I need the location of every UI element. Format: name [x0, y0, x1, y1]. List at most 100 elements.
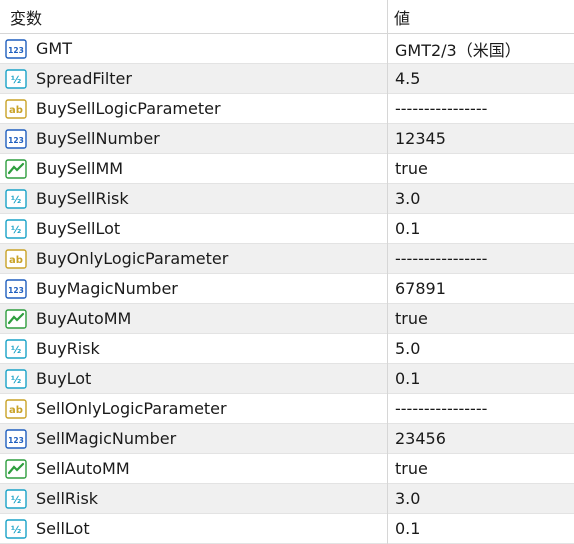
parameter-value: 4.5 [395, 69, 421, 88]
table-row[interactable]: 123 GMT GMT2/3（米国） [0, 33, 574, 64]
svg-text:123: 123 [8, 436, 24, 445]
string-type-icon: ab [5, 248, 27, 269]
parameter-name-cell: ab BuySellLogicParameter [0, 93, 388, 124]
parameter-name: BuySellRisk [36, 189, 129, 208]
parameter-value: GMT2/3（米国） [395, 40, 521, 60]
parameter-value-cell[interactable]: true [388, 454, 429, 484]
parameter-value-cell[interactable]: 0.1 [388, 514, 421, 544]
parameter-value: ---------------- [395, 399, 488, 418]
parameter-value: true [395, 309, 428, 328]
parameter-value-cell[interactable]: true [388, 304, 429, 334]
parameter-name: BuySellMM [36, 159, 124, 178]
int-type-icon: 123 [5, 278, 27, 299]
parameter-value: 3.0 [395, 489, 421, 508]
table-row[interactable]: SellAutoMM true [0, 453, 574, 484]
parameter-value: 3.0 [395, 189, 421, 208]
svg-text:ab: ab [9, 255, 23, 266]
parameter-name: SellAutoMM [36, 459, 130, 478]
svg-text:ab: ab [9, 105, 23, 116]
double-type-icon: ½ [5, 188, 27, 209]
parameter-name-cell: 123 BuySellNumber [0, 123, 388, 154]
table-row[interactable]: ½ BuySellRisk 3.0 [0, 183, 574, 214]
parameter-name: BuySellLot [36, 219, 121, 238]
parameter-value-cell[interactable]: 4.5 [388, 64, 421, 94]
parameter-name-cell: ½ SpreadFilter [0, 63, 388, 94]
parameter-value: ---------------- [395, 249, 488, 268]
double-type-icon: ½ [5, 488, 27, 509]
int-type-icon: 123 [5, 428, 27, 449]
parameter-name-cell: SellAutoMM [0, 453, 388, 484]
parameter-value: 67891 [395, 279, 446, 298]
parameter-name-cell: ½ BuySellLot [0, 213, 388, 244]
table-row[interactable]: 123 SellMagicNumber 23456 [0, 423, 574, 454]
column-header-value-label: 値 [394, 8, 411, 28]
parameter-value: 5.0 [395, 339, 421, 358]
table-row[interactable]: ½ BuySellLot 0.1 [0, 213, 574, 244]
string-type-icon: ab [5, 398, 27, 419]
svg-text:ab: ab [9, 405, 23, 416]
parameter-name: BuyRisk [36, 339, 100, 358]
parameter-value-cell[interactable]: ---------------- [388, 394, 488, 424]
int-type-icon: 123 [5, 128, 27, 149]
parameter-name: BuySellLogicParameter [36, 99, 221, 118]
parameter-name: BuyAutoMM [36, 309, 132, 328]
parameter-value-cell[interactable]: 67891 [388, 274, 447, 304]
table-row[interactable]: 123 BuySellNumber 12345 [0, 123, 574, 154]
parameter-name: GMT [36, 39, 72, 58]
parameter-name-cell: BuyAutoMM [0, 303, 388, 334]
parameter-value-cell[interactable]: true [388, 154, 429, 184]
parameter-name: SellMagicNumber [36, 429, 177, 448]
parameter-value-cell[interactable]: 23456 [388, 424, 447, 454]
parameter-value-cell[interactable]: 0.1 [388, 214, 421, 244]
double-type-icon: ½ [5, 368, 27, 389]
parameter-value-cell[interactable]: GMT2/3（米国） [388, 34, 522, 64]
svg-text:½: ½ [11, 75, 21, 86]
parameter-value-cell[interactable]: 0.1 [388, 364, 421, 394]
parameter-name-cell: ab BuyOnlyLogicParameter [0, 243, 388, 274]
table-row[interactable]: BuySellMM true [0, 153, 574, 184]
svg-text:123: 123 [8, 46, 24, 55]
parameter-value: 23456 [395, 429, 446, 448]
svg-text:½: ½ [11, 225, 21, 236]
table-row[interactable]: 123 BuyMagicNumber 67891 [0, 273, 574, 304]
parameter-name-cell: ½ SellRisk [0, 483, 388, 514]
table-row[interactable]: ½ SellLot 0.1 [0, 513, 574, 544]
table-row[interactable]: BuyAutoMM true [0, 303, 574, 334]
parameter-value: ---------------- [395, 99, 488, 118]
int-type-icon: 123 [5, 38, 27, 59]
parameter-value-cell[interactable]: 12345 [388, 124, 447, 154]
table-row[interactable]: ½ BuyLot 0.1 [0, 363, 574, 394]
table-row[interactable]: ab SellOnlyLogicParameter ---------------- [0, 393, 574, 424]
parameters-table: 変数 値 123 GMT GMT2/3（米国） ½ SpreadFilter 4.5 ab B… [0, 0, 574, 544]
parameter-value: 0.1 [395, 219, 421, 238]
column-header-variable[interactable]: 変数 [0, 0, 388, 33]
table-row[interactable]: ab BuySellLogicParameter ---------------- [0, 93, 574, 124]
parameter-value-cell[interactable]: 3.0 [388, 484, 421, 514]
parameter-value: true [395, 159, 428, 178]
parameter-name-cell: ½ SellLot [0, 513, 388, 544]
svg-text:½: ½ [11, 495, 21, 506]
table-row[interactable]: ½ BuyRisk 5.0 [0, 333, 574, 364]
parameter-name: BuySellNumber [36, 129, 160, 148]
parameter-name-cell: ½ BuyRisk [0, 333, 388, 364]
string-type-icon: ab [5, 98, 27, 119]
table-row[interactable]: ab BuyOnlyLogicParameter ---------------- [0, 243, 574, 274]
parameter-value-cell[interactable]: ---------------- [388, 244, 488, 274]
double-type-icon: ½ [5, 518, 27, 539]
parameter-value-cell[interactable]: 5.0 [388, 334, 421, 364]
parameter-name-cell: 123 BuyMagicNumber [0, 273, 388, 304]
column-header-variable-label: 変数 [10, 8, 43, 28]
svg-text:½: ½ [11, 375, 21, 386]
parameter-value: 12345 [395, 129, 446, 148]
parameter-name: SellRisk [36, 489, 99, 508]
parameter-name-cell: 123 SellMagicNumber [0, 423, 388, 454]
parameter-name: BuyMagicNumber [36, 279, 178, 298]
table-row[interactable]: ½ SellRisk 3.0 [0, 483, 574, 514]
svg-text:½: ½ [11, 345, 21, 356]
parameter-value-cell[interactable]: 3.0 [388, 184, 421, 214]
column-header-value[interactable]: 値 [388, 0, 410, 33]
table-row[interactable]: ½ SpreadFilter 4.5 [0, 63, 574, 94]
parameter-name: BuyOnlyLogicParameter [36, 249, 229, 268]
parameter-value-cell[interactable]: ---------------- [388, 94, 488, 124]
double-type-icon: ½ [5, 338, 27, 359]
